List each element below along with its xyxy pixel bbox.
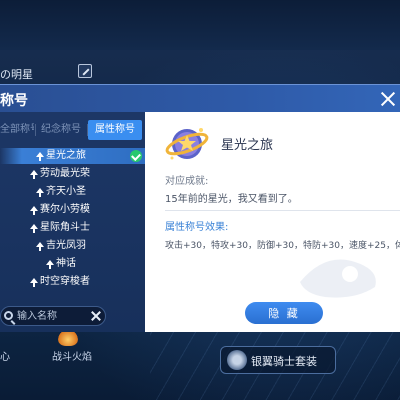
divider bbox=[165, 210, 400, 211]
effect-text: 攻击+30，特攻+30，防御+30，特防+30，速度+25，体力+40 bbox=[165, 241, 400, 251]
title-label: 赛尔小劳模 bbox=[40, 204, 90, 215]
edit-icon[interactable] bbox=[78, 64, 92, 78]
title-label: 星光之旅 bbox=[46, 150, 86, 161]
search-icon bbox=[4, 311, 13, 320]
title-list-item[interactable]: 星光之旅 bbox=[0, 148, 145, 164]
title-list-item[interactable]: 吉光凤羽 bbox=[0, 238, 145, 254]
scene-top-bar bbox=[0, 0, 400, 50]
title-label: 劳动最光荣 bbox=[40, 168, 90, 179]
arrow-up-icon bbox=[30, 224, 38, 233]
title-list: 星光之旅 劳动最光荣 齐天小圣 赛尔小劳模 星际角斗士 吉光凤羽 神话 时空穿梭… bbox=[0, 148, 145, 292]
title-list-item[interactable]: 齐天小圣 bbox=[0, 184, 145, 200]
title-detail-panel: 星光之旅 对应成就: 15年前的星光，我又看到了。 属性称号效果: 攻击+30，… bbox=[145, 112, 400, 332]
tab-attribute-titles[interactable]: 属性称号 bbox=[88, 120, 142, 140]
tab-all-titles[interactable]: 全部称号 bbox=[0, 120, 34, 140]
title-label: 吉光凤羽 bbox=[46, 240, 86, 251]
title-label: 神话 bbox=[56, 258, 76, 269]
title-list-item[interactable]: 劳动最光荣 bbox=[0, 166, 145, 182]
arrow-up-icon bbox=[30, 206, 38, 215]
dialog-title: 称号 bbox=[0, 93, 28, 109]
title-list-item[interactable]: 星际角斗士 bbox=[0, 220, 145, 236]
title-label: 时空穿梭者 bbox=[40, 276, 90, 287]
search-input[interactable] bbox=[17, 309, 87, 323]
title-list-panel: 全部称号 纪念称号 属性称号 星光之旅 劳动最光荣 齐天小圣 赛尔小劳模 星际角… bbox=[0, 112, 145, 332]
close-icon[interactable] bbox=[380, 91, 396, 107]
hide-button[interactable]: 隐 藏 bbox=[245, 302, 323, 324]
arrow-up-icon bbox=[36, 188, 44, 197]
arrow-up-icon bbox=[36, 242, 44, 251]
clear-icon[interactable] bbox=[91, 311, 101, 321]
achievement-label: 对应成就: bbox=[165, 176, 209, 187]
suit-icon bbox=[227, 350, 247, 370]
watermark-icon bbox=[300, 259, 376, 298]
suit-label: 银翼骑士套装 bbox=[251, 355, 317, 368]
arrow-up-icon bbox=[30, 170, 38, 179]
selected-title-name: 星光之旅 bbox=[221, 138, 274, 153]
achievement-text: 15年前的星光，我又看到了。 bbox=[165, 194, 298, 205]
search-box bbox=[0, 306, 106, 326]
scene-left-label[interactable]: 心 bbox=[0, 348, 10, 363]
dialog-header: 称号 bbox=[0, 84, 400, 112]
title-label: 星际角斗士 bbox=[40, 222, 90, 233]
title-list-item[interactable]: 赛尔小劳模 bbox=[0, 202, 145, 218]
title-list-item[interactable]: 神话 bbox=[0, 256, 145, 272]
effect-label: 属性称号效果: bbox=[165, 222, 229, 233]
player-name: の明星 bbox=[0, 68, 33, 81]
check-icon bbox=[130, 150, 142, 162]
title-label: 齐天小圣 bbox=[46, 186, 86, 197]
battle-flame-label[interactable]: 战斗火焰 bbox=[52, 348, 92, 363]
suit-button[interactable]: 银翼骑士套装 bbox=[220, 346, 336, 374]
arrow-up-icon bbox=[36, 152, 44, 161]
title-list-item[interactable]: 时空穿梭者 bbox=[0, 274, 145, 290]
title-tabs: 全部称号 纪念称号 属性称号 bbox=[0, 120, 145, 140]
planet-badge-icon bbox=[165, 128, 209, 160]
tab-memorial-titles[interactable]: 纪念称号 bbox=[36, 120, 86, 140]
arrow-up-icon bbox=[46, 260, 54, 269]
arrow-up-icon bbox=[30, 278, 38, 287]
